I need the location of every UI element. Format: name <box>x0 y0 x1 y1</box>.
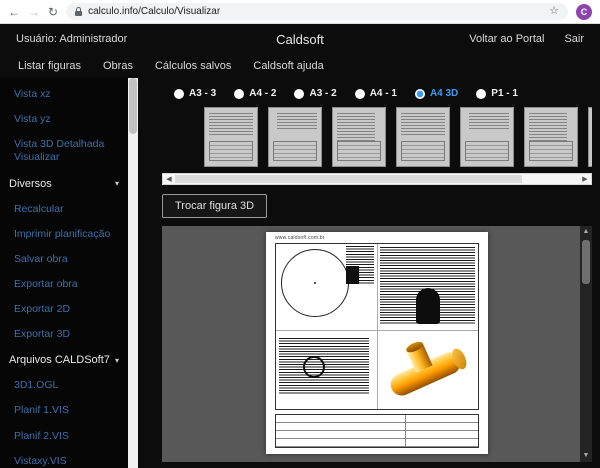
profile-avatar[interactable]: C <box>576 4 592 20</box>
cylinder-3d <box>380 330 474 409</box>
thumbnail-scrollbar[interactable]: ◀ ▶ <box>162 173 592 185</box>
forward-icon[interactable]: → <box>28 6 40 18</box>
sidebar-item-vista-xz[interactable]: Vista xz <box>0 82 128 107</box>
sidebar-section-diversos[interactable]: Diversos▾ <box>0 171 128 197</box>
figure-thumbnail-1[interactable] <box>204 107 258 167</box>
thumbnail-scrollbar-track[interactable] <box>175 174 579 184</box>
scroll-down-icon[interactable]: ▼ <box>583 450 590 462</box>
format-label: A4 3D <box>430 88 458 99</box>
format-option-a4-1[interactable]: A4 - 1 <box>355 88 397 99</box>
preview-scrollbar-thumb[interactable] <box>582 240 590 284</box>
scroll-right-icon[interactable]: ▶ <box>579 174 591 184</box>
drawing-frame <box>275 243 479 410</box>
dome-section <box>416 288 440 324</box>
app-header: Caldsoft Usuário: Administrador Voltar a… <box>0 24 600 54</box>
format-option-a3-3[interactable]: A3 - 3 <box>174 88 216 99</box>
sidebar-item-planif-2-vis[interactable]: Planif 2.VIS <box>0 424 128 449</box>
figure-thumbnail-2[interactable] <box>268 107 322 167</box>
app-nav: Listar figuras Obras Cálculos salvos Caldso… <box>0 54 600 78</box>
voltar-portal-link[interactable]: Voltar ao Portal <box>469 33 544 45</box>
sair-link[interactable]: Sair <box>564 33 584 45</box>
lock-icon <box>75 11 82 16</box>
watermark-text: www.caldsoft.com.br <box>275 235 325 241</box>
sidebar-section-arquivos-caldsoft7[interactable]: Arquivos CALDSoft7▾ <box>0 347 128 373</box>
sidebar-scrollbar[interactable] <box>128 78 138 468</box>
sidebar-item-imprimir-planifica-o[interactable]: Imprimir planificação <box>0 222 128 247</box>
format-label: A4 - 1 <box>370 88 397 99</box>
view-bottom-left <box>276 330 377 409</box>
figure-thumbnail-3[interactable] <box>332 107 386 167</box>
chevron-down-icon: ▾ <box>115 356 119 365</box>
sidebar-item-salvar-obra[interactable]: Salvar obra <box>0 247 128 272</box>
sidebar-item-exportar-3d[interactable]: Exportar 3D <box>0 322 128 347</box>
radio-icon <box>294 89 304 99</box>
nav-item-caldsoft-ajuda[interactable]: Caldsoft ajuda <box>253 60 323 72</box>
sidebar-item-exportar-2d[interactable]: Exportar 2D <box>0 297 128 322</box>
header-links: Voltar ao Portal Sair <box>469 33 584 45</box>
browser-window: ← → ↻ calculo.info/Calculo/Visualizar ☆ … <box>0 0 600 468</box>
browser-toolbar: ← → ↻ calculo.info/Calculo/Visualizar ☆ … <box>0 0 600 24</box>
thumbnail-strip <box>204 107 592 167</box>
radio-icon <box>355 89 365 99</box>
trocar-figura-button[interactable]: Trocar figura 3D <box>162 194 267 218</box>
chevron-down-icon: ▾ <box>115 179 119 188</box>
nav-item-listar-figuras[interactable]: Listar figuras <box>18 60 81 72</box>
format-row: A3 - 3 A4 - 2 A3 - 2 A4 - 1 A4 3D P1 - 1 <box>174 88 592 99</box>
sidebar-item-recalcular[interactable]: Recalcular <box>0 197 128 222</box>
scroll-left-icon[interactable]: ◀ <box>163 174 175 184</box>
view-top-left <box>276 244 377 330</box>
format-label: A3 - 2 <box>309 88 336 99</box>
radio-icon <box>415 89 425 99</box>
view-top-right <box>377 244 478 330</box>
title-block <box>275 414 479 448</box>
radio-icon <box>234 89 244 99</box>
format-label: A4 - 2 <box>249 88 276 99</box>
format-option-p1-1[interactable]: P1 - 1 <box>476 88 518 99</box>
circle-view <box>281 249 349 317</box>
content: Vista xzVista yzVista 3D Detalhada Visua… <box>0 78 600 468</box>
nav-item-obras[interactable]: Obras <box>103 60 133 72</box>
user-label: Usuário: Administrador <box>16 33 127 45</box>
view-3d <box>377 330 478 409</box>
sidebar-item-vistaxy-vis[interactable]: Vistaxy.VIS <box>0 449 128 468</box>
back-icon[interactable]: ← <box>8 6 20 18</box>
figure-thumbnail-4[interactable] <box>396 107 450 167</box>
thumbnail-scrollbar-thumb[interactable] <box>175 175 522 183</box>
sidebar-item-exportar-obra[interactable]: Exportar obra <box>0 272 128 297</box>
address-bar[interactable]: calculo.info/Calculo/Visualizar ☆ <box>66 3 568 20</box>
figure-thumbnail-5[interactable] <box>460 107 514 167</box>
scroll-up-icon[interactable]: ▲ <box>583 226 590 238</box>
format-label: A3 - 3 <box>189 88 216 99</box>
sidebar-scrollbar-thumb[interactable] <box>129 78 137 134</box>
sidebar-item-planif-1-vis[interactable]: Planif 1.VIS <box>0 398 128 423</box>
solid-section <box>346 266 359 284</box>
url-text[interactable]: calculo.info/Calculo/Visualizar <box>88 6 543 17</box>
sidebar-item-vista-yz[interactable]: Vista yz <box>0 107 128 132</box>
hatch-band-lower <box>279 338 369 394</box>
preview-sheet: www.caldsoft.com.br <box>266 232 488 454</box>
radio-icon <box>476 89 486 99</box>
preview-scrollbar[interactable]: ▲ ▼ <box>580 226 592 462</box>
hole-circle <box>303 356 325 378</box>
figure-thumbnail-7[interactable] <box>588 107 592 167</box>
radio-icon <box>174 89 184 99</box>
main-panel: A3 - 3A4 - 2A3 - 2A4 - 1A4 3DP1 - 1 ◀ ▶ … <box>138 78 600 468</box>
refresh-icon[interactable]: ↻ <box>48 6 58 18</box>
nav-item-c-lculos-salvos[interactable]: Cálculos salvos <box>155 60 231 72</box>
format-option-a4-3d[interactable]: A4 3D <box>415 88 458 99</box>
format-option-a4-2[interactable]: A4 - 2 <box>234 88 276 99</box>
sidebar: Vista xzVista yzVista 3D Detalhada Visua… <box>0 78 128 468</box>
sidebar-item-3d1-ogl[interactable]: 3D1.OGL <box>0 373 128 398</box>
format-label: P1 - 1 <box>491 88 518 99</box>
bookmark-star-icon[interactable]: ☆ <box>549 6 559 17</box>
figure-thumbnail-6[interactable] <box>524 107 578 167</box>
format-option-a3-2[interactable]: A3 - 2 <box>294 88 336 99</box>
sidebar-item-vista-3d-detalhada-visualizar[interactable]: Vista 3D Detalhada Visualizar <box>0 132 128 170</box>
preview-panel: www.caldsoft.com.br <box>162 226 592 462</box>
